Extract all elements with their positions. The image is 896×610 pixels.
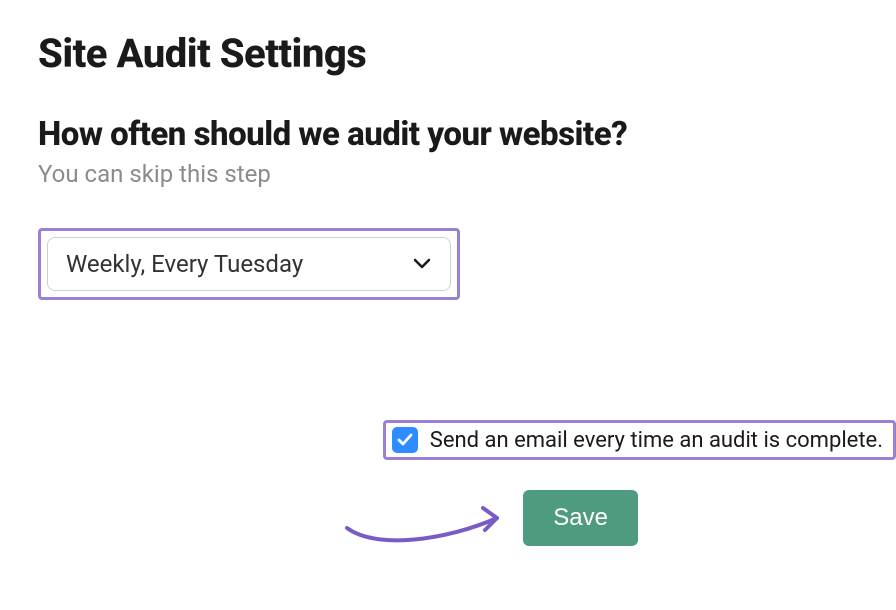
save-row: Save bbox=[337, 488, 638, 548]
email-checkbox-label: Send an email every time an audit is com… bbox=[430, 428, 883, 453]
frequency-select[interactable]: Weekly, Every Tuesday bbox=[47, 237, 451, 291]
email-option-highlight: Send an email every time an audit is com… bbox=[383, 420, 896, 460]
frequency-select-value: Weekly, Every Tuesday bbox=[66, 250, 412, 278]
schedule-heading: How often should we audit your website? bbox=[38, 115, 858, 154]
save-button[interactable]: Save bbox=[523, 490, 638, 546]
bottom-actions: Send an email every time an audit is com… bbox=[38, 420, 858, 548]
page-title: Site Audit Settings bbox=[38, 30, 858, 77]
arrow-annotation bbox=[337, 488, 517, 548]
email-checkbox[interactable] bbox=[392, 427, 418, 453]
frequency-highlight: Weekly, Every Tuesday bbox=[38, 228, 460, 300]
schedule-subtext: You can skip this step bbox=[38, 160, 858, 188]
chevron-down-icon bbox=[412, 254, 432, 274]
